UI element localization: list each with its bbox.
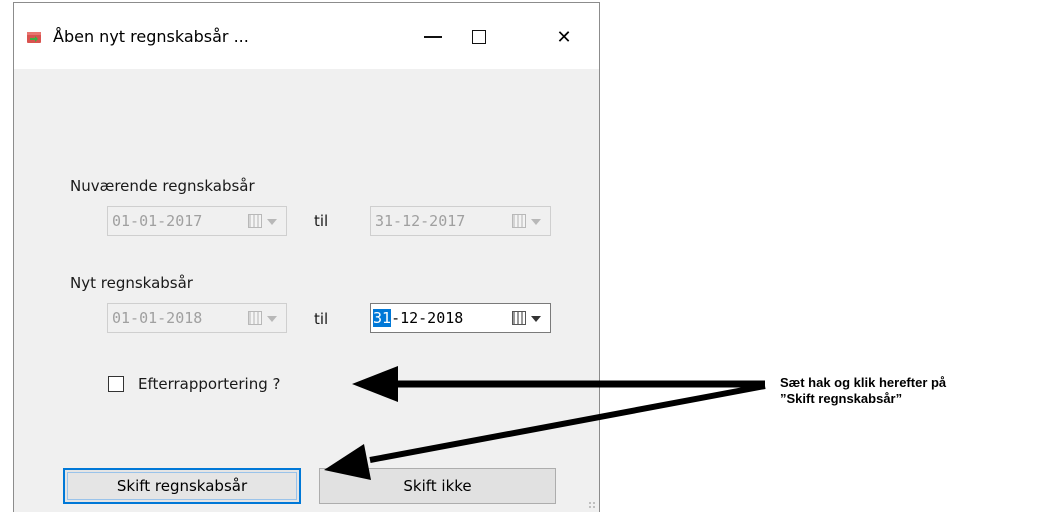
arrow-head-checkbox xyxy=(352,366,398,402)
arrow-head-button xyxy=(324,444,371,480)
annotation-line-1: Sæt hak og klik herefter på xyxy=(780,375,947,390)
annotation-arrows xyxy=(324,366,766,480)
arrow-to-button xyxy=(369,383,766,463)
annotation-line-2: ”Skift regnskabsår” xyxy=(780,391,903,406)
